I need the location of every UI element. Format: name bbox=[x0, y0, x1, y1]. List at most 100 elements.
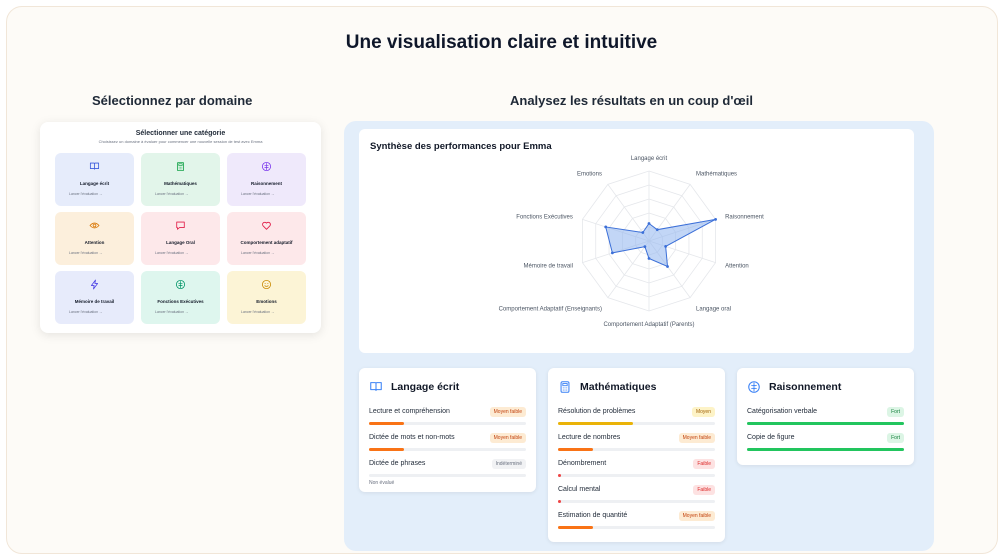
skill-row: Lecture de nombres Moyen faible bbox=[558, 433, 715, 456]
radar-axis-label: Mémoire de travail bbox=[524, 264, 573, 270]
skill-progress-fill bbox=[747, 422, 904, 425]
radar-data-point bbox=[604, 225, 608, 229]
category-label: Comportement adaptatif bbox=[240, 240, 293, 245]
launch-evaluation-link[interactable]: Lancer l'évaluation → bbox=[227, 192, 306, 196]
category-label: Mathématiques bbox=[164, 181, 197, 186]
skill-level-badge: Faible bbox=[693, 485, 715, 495]
skill-progress-track bbox=[558, 422, 715, 425]
radar-data-point bbox=[655, 228, 659, 232]
category-card[interactable]: Comportement adaptatif Lancer l'évaluatio… bbox=[227, 212, 306, 265]
skill-name: Dictée de mots et non-mots bbox=[369, 434, 455, 441]
launch-evaluation-link[interactable]: Lancer l'évaluation → bbox=[55, 251, 134, 255]
skill-name: Catégorisation verbale bbox=[747, 408, 818, 415]
skill-progress-track bbox=[747, 448, 904, 451]
skill-progress-track bbox=[558, 500, 715, 503]
radar-data-point bbox=[647, 257, 651, 260]
skill-level-badge: Moyen faible bbox=[489, 433, 526, 443]
domain-title: Raisonnement bbox=[769, 381, 842, 393]
selector-title: Sélectionner une catégorie bbox=[135, 130, 226, 137]
skill-progress-track bbox=[558, 448, 715, 451]
skill-progress-track bbox=[369, 474, 526, 477]
category-card[interactable]: Mathématiques Lancer l'évaluation → bbox=[141, 153, 220, 206]
radar-axis-label: Attention bbox=[725, 264, 749, 270]
category-card[interactable]: Langage écrit Lancer l'évaluation → bbox=[55, 153, 134, 206]
skill-progress-fill bbox=[747, 448, 904, 451]
domain-card-mathematiques: Mathématiques Résolution de problèmes Moye… bbox=[548, 368, 725, 542]
radar-chart-card: Synthèse des performances pour Emma Lang… bbox=[359, 129, 914, 353]
category-card[interactable]: Emotions Lancer l'évaluation → bbox=[227, 271, 306, 324]
eye-icon bbox=[89, 222, 100, 229]
lightning-icon bbox=[90, 279, 99, 290]
radar-data-point bbox=[647, 222, 651, 225]
skill-progress-track bbox=[558, 474, 715, 477]
skill-level-badge: Faible bbox=[693, 459, 715, 469]
skill-progress-track bbox=[558, 526, 715, 529]
heart-icon bbox=[262, 221, 271, 230]
radar-data-point bbox=[664, 245, 668, 248]
category-card[interactable]: Raisonnement Lancer l'évaluation → bbox=[227, 153, 306, 206]
radar-data-point bbox=[641, 231, 645, 234]
category-card[interactable]: Fonctions Exécutives Lancer l'évaluation … bbox=[141, 271, 220, 324]
skill-level-badge: Moyen bbox=[691, 407, 715, 417]
radar-chart: Langage écrit Mathématiques Raisonnement At… bbox=[499, 156, 765, 328]
radar-axis-label: Langage oral bbox=[696, 307, 731, 313]
smile-icon bbox=[261, 279, 272, 290]
launch-evaluation-link[interactable]: Lancer l'évaluation → bbox=[55, 310, 134, 314]
calculator-icon bbox=[560, 381, 570, 393]
radar-axis-label: Emotions bbox=[577, 171, 602, 177]
skill-name: Dénombrement bbox=[558, 460, 607, 467]
radar-axis-label: Comportement Adaptatif (Enseignants) bbox=[499, 307, 602, 313]
skill-row: Calcul mental Faible bbox=[558, 485, 715, 508]
category-grid: Langage écrit Lancer l'évaluation → Mathém… bbox=[55, 153, 308, 324]
category-label: Langage écrit bbox=[79, 181, 110, 186]
skill-row: Lecture et compréhension Moyen faible bbox=[369, 407, 526, 430]
skill-row: Copie de figure Fort bbox=[747, 433, 904, 456]
category-label: Emotions bbox=[256, 299, 277, 304]
launch-evaluation-link[interactable]: Lancer l'évaluation → bbox=[141, 310, 220, 314]
skill-progress-fill bbox=[558, 500, 562, 503]
skill-row: Dictée de phrases Indéterminé Non évalué bbox=[369, 459, 526, 486]
category-label: Raisonnement bbox=[250, 181, 282, 186]
radar-axis-label: Langage écrit bbox=[631, 156, 668, 162]
skill-progress-fill bbox=[558, 422, 634, 425]
page-title: Une visualisation claire et intuitive bbox=[345, 32, 658, 53]
radar-data-point bbox=[666, 265, 669, 268]
radar-data-point bbox=[714, 217, 717, 221]
launch-evaluation-link[interactable]: Lancer l'évaluation → bbox=[227, 251, 306, 255]
launch-evaluation-link[interactable]: Lancer l'évaluation → bbox=[55, 192, 134, 196]
category-card[interactable]: Attention Lancer l'évaluation → bbox=[55, 212, 134, 265]
radar-axis-label: Raisonnement bbox=[725, 214, 764, 220]
skill-name: Lecture de nombres bbox=[558, 434, 621, 441]
skill-note: Non évalué bbox=[369, 480, 395, 486]
launch-evaluation-link[interactable]: Lancer l'évaluation → bbox=[141, 251, 220, 255]
launch-evaluation-link[interactable]: Lancer l'évaluation → bbox=[227, 310, 306, 314]
radar-axis-label: Comportement Adaptatif (Parents) bbox=[603, 322, 694, 328]
brain-icon bbox=[175, 279, 186, 290]
left-section-title: Sélectionnez par domaine bbox=[92, 93, 253, 108]
launch-evaluation-link[interactable]: Lancer l'évaluation → bbox=[141, 192, 220, 196]
category-card[interactable]: Mémoire de travail Lancer l'évaluation → bbox=[55, 271, 134, 324]
calculator-icon bbox=[176, 161, 185, 172]
skill-level-badge: Moyen faible bbox=[678, 511, 715, 521]
category-card[interactable]: Langage Oral Lancer l'évaluation → bbox=[141, 212, 220, 265]
skill-name: Calcul mental bbox=[558, 486, 601, 493]
domain-title: Mathématiques bbox=[580, 381, 657, 393]
skill-row: Catégorisation verbale Fort bbox=[747, 407, 904, 430]
domain-card-langage-ecrit: Langage écrit Lecture et compréhension Moy… bbox=[359, 368, 536, 492]
skill-progress-fill bbox=[558, 526, 593, 529]
category-selector-panel: Sélectionner une catégorie Choisissez un… bbox=[40, 122, 321, 333]
category-label: Attention bbox=[84, 240, 105, 245]
skill-name: Lecture et compréhension bbox=[369, 408, 450, 415]
right-section-title: Analysez les résultats en un coup d'œil bbox=[510, 93, 753, 108]
skill-level-badge: Fort bbox=[887, 433, 904, 443]
skill-name: Résolution de problèmes bbox=[558, 408, 636, 415]
skill-row: Dictée de mots et non-mots Moyen faible bbox=[369, 433, 526, 456]
skill-progress-fill bbox=[369, 448, 404, 451]
domain-card-header: Langage écrit bbox=[369, 379, 459, 395]
radar-data-point bbox=[643, 245, 647, 249]
domain-card-header: Raisonnement bbox=[747, 379, 841, 395]
skill-level-badge: Fort bbox=[887, 407, 904, 417]
speech-bubble-icon bbox=[176, 221, 185, 230]
book-icon bbox=[89, 162, 100, 170]
category-label: Fonctions Exécutives bbox=[157, 299, 204, 304]
